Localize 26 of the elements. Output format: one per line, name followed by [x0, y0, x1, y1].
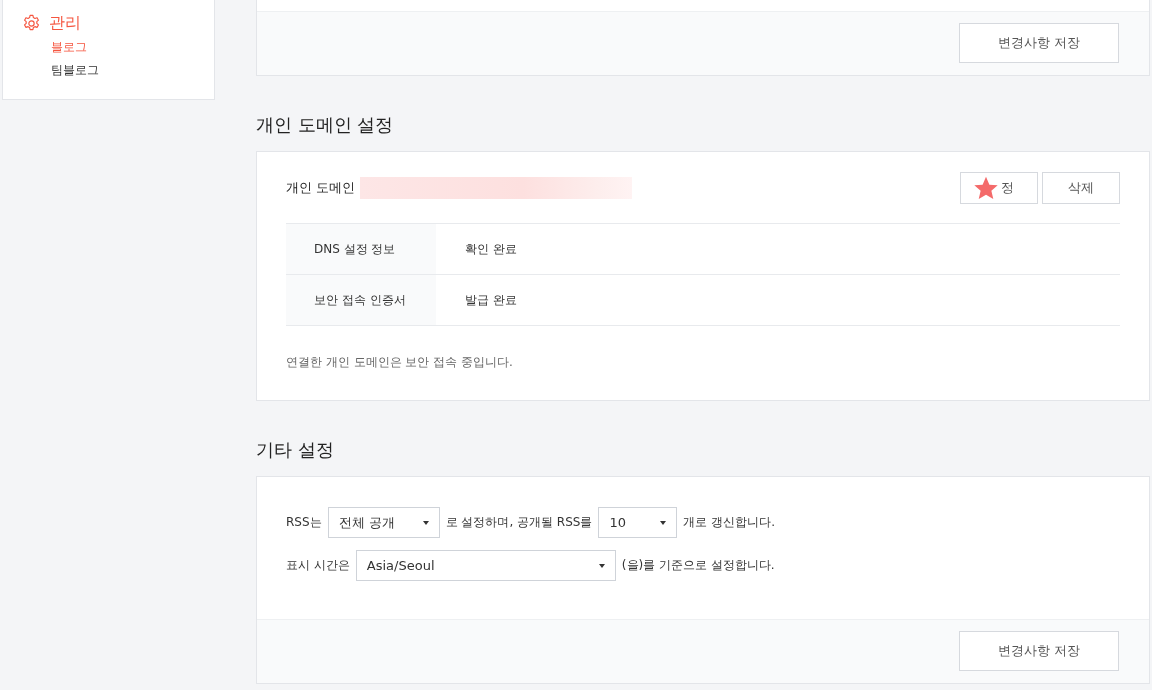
sidebar-item[interactable]: 팀블로그 [51, 62, 99, 79]
label-text: RSS는 [286, 514, 322, 531]
caret-icon [598, 563, 605, 568]
table-cell: 보안 접속 인증서 [286, 275, 436, 325]
label-text: 로 설정하며, 공개될 RSS를 [445, 514, 593, 531]
save-button[interactable]: 변경사항 저장 [959, 23, 1119, 63]
field-label: 개인 도메인 [286, 179, 356, 197]
caret-icon [660, 520, 667, 525]
note-text: 연결한 개인 도메인은 보안 접속 중입니다. [286, 354, 514, 371]
section-heading: 개인 도메인 설정 [256, 113, 395, 137]
table-cell: DNS 설정 정보 [286, 224, 436, 274]
label-text: 개로 갱신합니다. [683, 514, 776, 531]
save-button[interactable]: 변경사항 저장 [959, 631, 1119, 671]
table-cell-text: 확인 완료 [464, 240, 517, 258]
caret-icon [422, 520, 429, 525]
dropdown[interactable]: Asia/Seoul [355, 550, 616, 581]
dropdown[interactable]: 10 [598, 507, 678, 538]
label-text: (을)를 기준으로 설정합니다. [621, 557, 775, 574]
dropdown[interactable]: 전체 공개 [327, 507, 440, 538]
table-cell-text: 발급 완료 [464, 291, 517, 309]
label-text: 표시 시간은 [286, 557, 350, 574]
star-icon [974, 176, 998, 199]
delete-button[interactable]: 삭제 [1042, 172, 1120, 204]
settings-icon [22, 13, 41, 33]
section-heading: 기타 설정 [256, 438, 335, 462]
edit-button[interactable]: 정 [960, 172, 1038, 204]
